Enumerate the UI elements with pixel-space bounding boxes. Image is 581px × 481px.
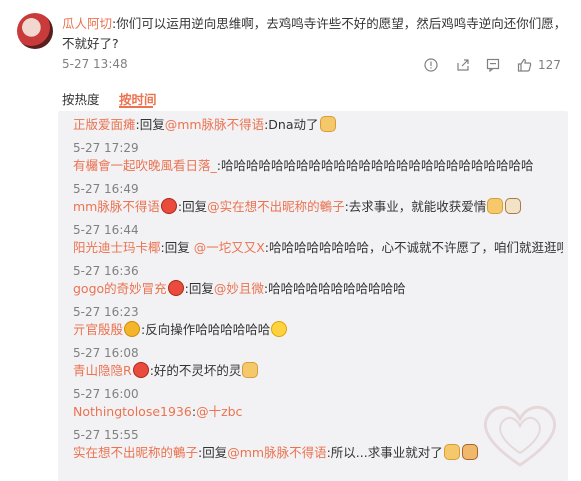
reply-text: :回复	[160, 240, 194, 255]
reply-item: 正版爱面瘫:回复@mm脉脉不得语:Dna动了 5-27 17:29	[73, 115, 563, 156]
reply-username[interactable]: Nothingtolose1936	[73, 404, 192, 419]
cat-emoji-icon	[242, 362, 259, 378]
reply-text-line: 亓官殷殷 :反向操作哈哈哈哈哈哈	[73, 320, 563, 340]
reply-text: :回复	[184, 281, 214, 296]
cat-emoji-icon	[319, 116, 336, 132]
sort-bar: 按热度 按时间	[0, 85, 581, 109]
reply-username[interactable]: 青山隐隐R	[73, 363, 132, 378]
reply-text: :好的不灵坏的灵	[149, 363, 242, 378]
comment-text: :你们可以运用逆向思维啊，去鸡鸣寺许些不好的愿望，然后鸡鸣寺逆向还你们愿，不就好…	[62, 16, 567, 51]
cat-emoji-icon	[487, 198, 504, 214]
dog-emoji-icon	[505, 198, 522, 214]
comment-button[interactable]	[486, 55, 500, 75]
reply-text: :回复	[177, 199, 208, 214]
reply-text-line: 阳光迪士玛卡椰:回复 @一坨又又X:哈哈哈哈哈哈哈哈，心不诚就不许愿了，咱们就逛…	[73, 238, 563, 258]
laugh-emoji-icon	[271, 321, 288, 337]
reply-text-line: 青山隐隐R :好的不灵坏的灵	[73, 361, 563, 381]
comment-username[interactable]: 瓜人阿切	[62, 16, 112, 31]
reply-text: :哈哈哈哈哈哈哈哈哈哈哈	[263, 281, 406, 296]
reply-item: mm脉脉不得语 :回复@实在想不出昵称的鵪子:去求事业，就能收获爱情 5-27 16…	[73, 197, 563, 238]
reply-item: 有欘會一起吹晚風看日落_:哈哈哈哈哈哈哈哈哈哈哈哈哈哈哈哈哈哈哈哈哈哈哈哈哈 5-…	[73, 156, 563, 197]
cat-emoji-icon	[443, 444, 460, 460]
reply-time: 5-27 16:36	[73, 264, 139, 278]
reply-text: :去求事业，就能收获爱情	[344, 199, 487, 214]
reply-username[interactable]: 亓官殷殷	[73, 322, 123, 337]
reply-text-line: 有欘會一起吹晚風看日落_:哈哈哈哈哈哈哈哈哈哈哈哈哈哈哈哈哈哈哈哈哈哈哈哈哈	[73, 156, 563, 176]
reply-username[interactable]: 有欘會一起吹晚風看日落_	[73, 158, 217, 173]
reply-item: gogo的奇妙冒充 :回复@妙且微:哈哈哈哈哈哈哈哈哈哈哈 5-27 16:23	[73, 279, 563, 320]
fan-badge-icon	[160, 198, 177, 214]
mention-link[interactable]: @妙且微	[214, 281, 264, 296]
like-button[interactable]: 127	[517, 55, 561, 75]
reply-item: 阳光迪士玛卡椰:回复 @一坨又又X:哈哈哈哈哈哈哈哈，心不诚就不许愿了，咱们就逛…	[73, 238, 563, 279]
reply-username[interactable]: 实在想不出昵称的鵪子	[73, 445, 198, 460]
reply-item: 亓官殷殷 :反向操作哈哈哈哈哈哈 5-27 16:08	[73, 320, 563, 361]
watermark-logo	[483, 405, 557, 467]
reply-username[interactable]: 阳光迪士玛卡椰	[73, 240, 161, 255]
fan-badge-icon	[132, 362, 149, 378]
reply-text-line: 正版爱面瘫:回复@mm脉脉不得语:Dna动了	[73, 115, 563, 135]
reply-time: 5-27 16:44	[73, 223, 139, 237]
comment-actions: 127	[0, 55, 581, 75]
reply-text: :所以...求事业就对了	[326, 445, 443, 460]
reply-time: 5-27 16:49	[73, 182, 139, 196]
report-icon	[424, 58, 438, 72]
active-tab-indicator	[119, 106, 153, 108]
reply-username[interactable]: 正版爱面瘫	[73, 117, 136, 132]
like-icon	[517, 58, 532, 72]
reply-text: :回复	[135, 117, 165, 132]
like-count: 127	[538, 58, 561, 72]
reply-text: :回复	[198, 445, 228, 460]
mention-link[interactable]: @一坨又又X	[194, 240, 265, 255]
fan-badge-icon	[167, 280, 184, 296]
reply-username[interactable]: mm脉脉不得语	[73, 199, 160, 214]
reply-text-line: gogo的奇妙冒充 :回复@妙且微:哈哈哈哈哈哈哈哈哈哈哈	[73, 279, 563, 299]
mention-link[interactable]: @mm脉脉不得语	[227, 445, 326, 460]
comment-body: 瓜人阿切:你们可以运用逆向思维啊，去鸡鸣寺许些不好的愿望，然后鸡鸣寺逆向还你们愿…	[62, 14, 567, 54]
mention-link[interactable]: @实在想不出昵称的鵪子	[207, 199, 345, 214]
reply-username[interactable]: gogo的奇妙冒充	[73, 281, 167, 296]
mention-link[interactable]: @十zbc	[196, 404, 242, 419]
reply-text: :Dna动了	[264, 117, 319, 132]
sort-by-hot[interactable]: 按热度	[62, 89, 100, 108]
verified-icon	[124, 321, 141, 337]
share-icon	[457, 59, 469, 71]
reply-time: 5-27 16:23	[73, 305, 139, 319]
reply-text-line: mm脉脉不得语 :回复@实在想不出昵称的鵪子:去求事业，就能收获爱情	[73, 197, 563, 217]
comment-icon	[486, 58, 500, 72]
report-button[interactable]	[424, 55, 438, 75]
reply-time: 5-27 17:29	[73, 141, 139, 155]
avatar[interactable]	[17, 13, 53, 49]
reply-text: :反向操作哈哈哈哈哈哈	[141, 322, 271, 337]
reply-text: :哈哈哈哈哈哈哈哈，心不诚就不许愿了，咱们就逛逛呗	[264, 240, 563, 255]
reply-text: :哈哈哈哈哈哈哈哈哈哈哈哈哈哈哈哈哈哈哈哈哈哈哈哈哈	[216, 158, 534, 173]
share-button[interactable]	[456, 55, 470, 75]
mention-link[interactable]: @mm脉脉不得语	[165, 117, 264, 132]
reply-time: 5-27 16:08	[73, 346, 139, 360]
